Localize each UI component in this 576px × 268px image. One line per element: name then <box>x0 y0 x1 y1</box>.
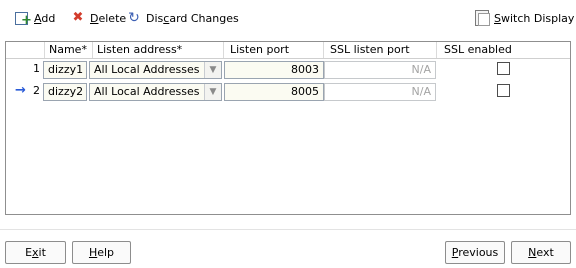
exit-button[interactable]: Exit <box>5 241 66 264</box>
add-button[interactable]: + Add <box>14 9 55 27</box>
name-field[interactable]: dizzy2 <box>43 83 87 101</box>
ssl-listen-port-field: N/A <box>324 83 436 101</box>
delete-label: Delete <box>90 11 127 25</box>
switch-display-label: Switch Display <box>494 11 575 25</box>
name-field[interactable]: dizzy1 <box>43 61 87 79</box>
column-header-ssl-listen-port[interactable]: SSL listen port <box>324 42 437 58</box>
listen-address-select[interactable]: All Local Addresses ▼ <box>89 61 222 79</box>
row-number-header <box>6 42 45 58</box>
table-row[interactable]: → 2 dizzy2 All Local Addresses ▼ 8005 N/… <box>6 80 570 102</box>
servers-table: Name* Listen address* Listen port SSL li… <box>5 41 571 215</box>
delete-button[interactable]: ✖ Delete <box>70 9 127 27</box>
column-header-ssl-enabled[interactable]: SSL enabled <box>437 42 570 58</box>
footer-divider <box>0 229 576 230</box>
undo-icon: ↻ <box>128 10 140 26</box>
row-number: 2 <box>33 84 40 97</box>
row-number: 1 <box>33 62 40 75</box>
ssl-enabled-checkbox[interactable] <box>497 84 510 97</box>
listen-address-value: All Local Addresses <box>94 63 200 76</box>
switch-display-icon <box>474 10 490 26</box>
help-button[interactable]: Help <box>72 241 131 264</box>
switch-display-button[interactable]: Switch Display <box>474 9 574 27</box>
discard-changes-button[interactable]: ↻ Discard Changes <box>126 9 239 27</box>
ssl-listen-port-field: N/A <box>324 61 436 79</box>
chevron-down-icon[interactable]: ▼ <box>204 62 221 78</box>
delete-x-icon: ✖ <box>72 10 84 25</box>
column-header-listen-port[interactable]: Listen port <box>224 42 324 58</box>
listen-address-value: All Local Addresses <box>94 85 200 98</box>
column-header-listen-address[interactable]: Listen address* <box>93 42 224 58</box>
add-row-icon: + <box>14 10 32 27</box>
next-button[interactable]: Next <box>511 241 571 264</box>
table-header: Name* Listen address* Listen port SSL li… <box>6 42 570 59</box>
add-label: Add <box>34 11 56 25</box>
ssl-enabled-checkbox[interactable] <box>497 62 510 75</box>
previous-button[interactable]: Previous <box>445 241 505 264</box>
listen-address-select[interactable]: All Local Addresses ▼ <box>89 83 222 101</box>
discard-label: Discard Changes <box>146 11 239 25</box>
column-header-name[interactable]: Name* <box>45 42 93 58</box>
table-row[interactable]: 1 dizzy1 All Local Addresses ▼ 8003 N/A <box>6 58 570 80</box>
chevron-down-icon[interactable]: ▼ <box>204 84 221 100</box>
listen-port-field[interactable]: 8003 <box>224 61 324 79</box>
listen-port-field[interactable]: 8005 <box>224 83 324 101</box>
toolbar: + Add ✖ Delete ↻ Discard Changes Switch … <box>0 0 576 38</box>
